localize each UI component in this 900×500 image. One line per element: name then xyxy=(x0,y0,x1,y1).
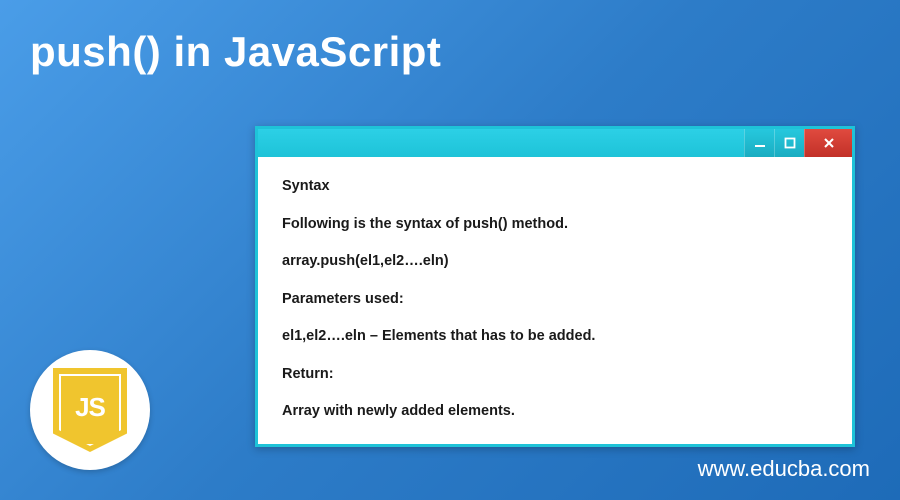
syntax-heading: Syntax xyxy=(282,177,828,197)
close-icon xyxy=(822,136,836,150)
page-title: push() in JavaScript xyxy=(0,0,900,76)
footer-url: www.educba.com xyxy=(698,456,870,482)
close-button[interactable] xyxy=(804,129,852,157)
js-badge-inner: JS xyxy=(59,374,121,446)
syntax-description: Following is the syntax of push() method… xyxy=(282,215,828,235)
js-badge: JS xyxy=(53,368,127,452)
minimize-button[interactable] xyxy=(744,129,774,157)
return-description: Array with newly added elements. xyxy=(282,402,828,422)
maximize-icon xyxy=(784,137,796,149)
js-logo-text: JS xyxy=(75,392,105,423)
window-content: Syntax Following is the syntax of push()… xyxy=(258,157,852,444)
maximize-button[interactable] xyxy=(774,129,804,157)
syntax-code: array.push(el1,el2….eln) xyxy=(282,252,828,272)
parameters-description: el1,el2….eln – Elements that has to be a… xyxy=(282,327,828,347)
parameters-heading: Parameters used: xyxy=(282,290,828,310)
document-window: Syntax Following is the syntax of push()… xyxy=(255,126,855,447)
minimize-icon xyxy=(754,137,766,149)
logo-container: JS xyxy=(30,350,150,470)
return-heading: Return: xyxy=(282,365,828,385)
window-titlebar xyxy=(258,129,852,157)
